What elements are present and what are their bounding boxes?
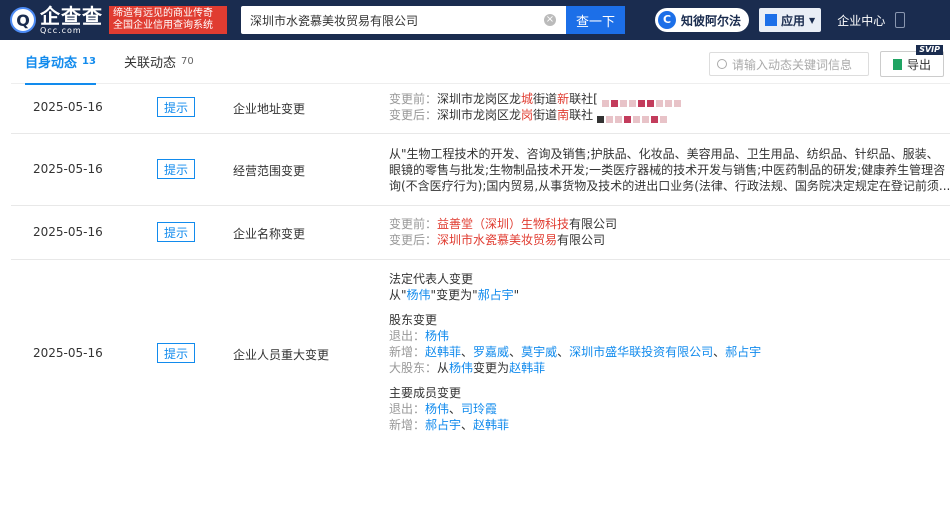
person-link[interactable]: 杨伟 <box>425 402 449 416</box>
person-link[interactable]: 赵韩菲 <box>509 361 545 375</box>
table-row: 2025-05-16 提示 企业名称变更 变更前：益善堂（深圳）生物科技有限公司… <box>11 206 950 260</box>
person-link[interactable]: 赵韩菲 <box>425 345 461 359</box>
top-bar: Q 企查查 Qcc.com 缔造有远见的商业传奇 全国企业信用查询系统 深圳市水… <box>0 0 950 40</box>
person-link[interactable]: 罗嘉威 <box>473 345 509 359</box>
tab-count: 70 <box>180 56 194 67</box>
svip-badge: SVIP <box>916 45 943 55</box>
enterprise-center-link[interactable]: 企业中心 <box>837 12 885 29</box>
tab-related-dynamics[interactable]: 关联动态 70 <box>124 40 194 84</box>
company-link[interactable]: 深圳市盛华联投资有限公司 <box>569 345 713 359</box>
row-content: 法定代表人变更 从"杨伟"变更为"郝占宇" 股东变更 退出：杨伟 新增：赵韩菲、… <box>389 272 762 432</box>
table-row: 2025-05-16 提示 企业地址变更 变更前：深圳市龙岗区龙城街道新联社[ … <box>11 84 950 134</box>
zhibi-label: 知彼阿尔法 <box>681 13 742 28</box>
person-link[interactable]: 赵韩菲 <box>473 418 509 432</box>
search-icon <box>717 59 727 69</box>
table-row: 2025-05-16 提示 经营范围变更 从"生物工程技术的开发、咨询及销售;护… <box>11 134 950 206</box>
person-link[interactable]: 郝占宇 <box>725 345 761 359</box>
zhibi-alpha-button[interactable]: C 知彼阿尔法 <box>655 8 750 32</box>
slogan: 缔造有远见的商业传奇 全国企业信用查询系统 <box>109 6 227 34</box>
row-content: 变更前：益善堂（深圳）生物科技有限公司 变更后：深圳市水瓷慕美妆贸易有限公司 <box>389 217 618 247</box>
phone-icon[interactable] <box>895 12 906 28</box>
zhibi-icon: C <box>658 11 676 29</box>
app-label: 应用 <box>781 13 806 28</box>
keyword-search-input[interactable]: 请输入动态关键词信息 <box>709 52 869 76</box>
tab-count: 13 <box>82 56 96 67</box>
row-type: 企业地址变更 <box>233 102 306 116</box>
search-input[interactable]: 深圳市水瓷慕美妆贸易有限公司 × <box>241 6 566 34</box>
person-link[interactable]: 郝占宇 <box>478 288 514 302</box>
export-label: 导出 <box>906 57 931 72</box>
excel-icon <box>892 58 902 70</box>
tip-tag[interactable]: 提示 <box>157 159 195 179</box>
row-type: 经营范围变更 <box>233 164 306 178</box>
person-link[interactable]: 杨伟 <box>407 288 431 302</box>
person-link[interactable]: 司玲霞 <box>461 402 497 416</box>
tab-label: 自身动态 <box>25 56 78 71</box>
person-link[interactable]: 莫宇威 <box>521 345 557 359</box>
app-grid-icon <box>765 14 778 26</box>
tip-tag[interactable]: 提示 <box>157 97 195 117</box>
logo[interactable]: Q 企查查 Qcc.com <box>10 6 103 35</box>
dynamics-table: 2025-05-16 提示 企业地址变更 变更前：深圳市龙岗区龙城街道新联社[ … <box>11 84 950 446</box>
row-date: 2025-05-16 <box>33 100 103 114</box>
tip-tag[interactable]: 提示 <box>157 222 195 242</box>
row-content: 从"生物工程技术的开发、咨询及销售;护肤品、化妆品、美容用品、卫生用品、纺织品、… <box>389 147 950 193</box>
table-row: 2025-05-16 提示 企业人员重大变更 法定代表人变更 从"杨伟"变更为"… <box>11 260 950 446</box>
export-button[interactable]: 导出 SVIP <box>880 45 944 77</box>
app-menu-button[interactable]: 应用 ▼ <box>759 8 822 32</box>
chevron-down-icon: ▼ <box>809 15 816 25</box>
person-link[interactable]: 杨伟 <box>449 361 473 375</box>
search-button[interactable]: 查一下 <box>566 6 625 34</box>
search-input-value: 深圳市水瓷慕美妆贸易有限公司 <box>250 13 419 28</box>
keyword-placeholder: 请输入动态关键词信息 <box>732 57 853 72</box>
tab-label: 关联动态 <box>123 56 176 71</box>
row-type: 企业名称变更 <box>233 227 306 241</box>
redacted-mosaic <box>596 111 669 123</box>
row-date: 2025-05-16 <box>33 162 103 176</box>
tip-tag[interactable]: 提示 <box>157 343 195 363</box>
clear-icon[interactable]: × <box>544 14 556 26</box>
logo-main-text: 企查查 <box>40 3 103 28</box>
logo-sub-text: Qcc.com <box>40 25 82 35</box>
redacted-mosaic <box>601 95 683 107</box>
tabs-bar: 自身动态 13 关联动态 70 请输入动态关键词信息 导出 SVIP <box>11 40 950 85</box>
logo-icon: Q <box>10 7 36 33</box>
row-date: 2025-05-16 <box>33 346 103 360</box>
row-date: 2025-05-16 <box>33 225 103 239</box>
tab-self-dynamics[interactable]: 自身动态 13 <box>25 40 96 85</box>
row-type: 企业人员重大变更 <box>233 348 330 362</box>
person-link[interactable]: 郝占宇 <box>425 418 461 432</box>
person-link[interactable]: 杨伟 <box>425 329 449 343</box>
row-content: 变更前：深圳市龙岗区龙城街道新联社[ 变更后：深圳市龙岗区龙岗街道南联社 <box>389 91 950 123</box>
